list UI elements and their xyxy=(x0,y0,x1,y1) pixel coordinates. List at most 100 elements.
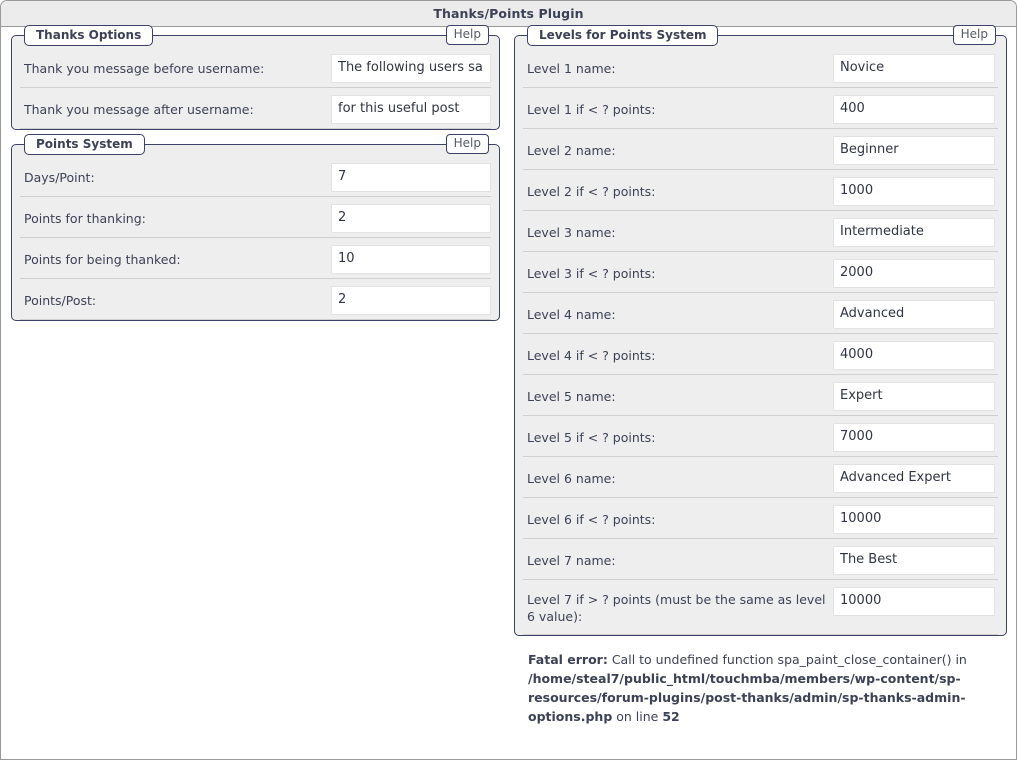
row-level-4-name: Level 4 name: xyxy=(523,293,998,334)
input-level-7-name[interactable] xyxy=(833,546,995,575)
label-thanks-message-before: Thank you message before username: xyxy=(24,61,265,76)
panel-points-system: Points System Help Days/Point: Points fo… xyxy=(11,134,500,321)
fatal-error-path: /home/steal7/public_html/touchmba/member… xyxy=(528,671,966,724)
field-days-per-point xyxy=(331,156,491,192)
field-level-2-name xyxy=(833,129,995,165)
field-level-5-name xyxy=(833,375,995,411)
label-level-5-name: Level 5 name: xyxy=(527,389,616,404)
label-level-4-points: Level 4 if < ? points: xyxy=(527,348,656,363)
label-level-1-name: Level 1 name: xyxy=(527,61,616,76)
columns-container: Thanks Options Help Thank you message be… xyxy=(1,25,1016,726)
panel-levels-for-points-system: Levels for Points System Help Level 1 na… xyxy=(514,25,1007,636)
row-level-1-name: Level 1 name: xyxy=(523,47,998,88)
input-level-3-points[interactable] xyxy=(833,259,995,288)
label-level-4-name: Level 4 name: xyxy=(527,307,616,322)
row-level-7-points: Level 7 if > ? points (must be the same … xyxy=(523,580,998,635)
input-level-3-name[interactable] xyxy=(833,218,995,247)
row-points-for-being-thanked: Points for being thanked: xyxy=(20,238,491,279)
label-level-2-points: Level 2 if < ? points: xyxy=(527,184,656,199)
field-points-per-post xyxy=(331,279,491,315)
plugin-window: Thanks/Points Plugin Thanks Options Help… xyxy=(0,0,1017,760)
input-level-1-points[interactable] xyxy=(833,95,995,124)
label-level-5-points: Level 5 if < ? points: xyxy=(527,430,656,445)
input-level-4-name[interactable] xyxy=(833,300,995,329)
fatal-error-message: Fatal error: Call to undefined function … xyxy=(528,650,993,726)
window-title: Thanks/Points Plugin xyxy=(433,6,584,21)
field-level-1-name xyxy=(833,47,995,83)
field-level-3-name xyxy=(833,211,995,247)
fatal-error-prefix: Fatal error: xyxy=(528,652,608,667)
label-thanks-message-after: Thank you message after username: xyxy=(24,102,254,117)
field-level-6-points xyxy=(833,498,995,534)
left-column: Thanks Options Help Thank you message be… xyxy=(11,25,500,335)
row-level-2-points: Level 2 if < ? points: xyxy=(523,170,998,211)
field-level-7-name xyxy=(833,539,995,575)
row-level-7-name: Level 7 name: xyxy=(523,539,998,580)
input-level-1-name[interactable] xyxy=(833,54,995,83)
input-points-for-thanking[interactable] xyxy=(331,204,491,233)
field-level-4-points xyxy=(833,334,995,370)
row-thanks-message-after: Thank you message after username: xyxy=(20,88,491,129)
input-thanks-message-before[interactable] xyxy=(331,54,491,83)
input-points-for-being-thanked[interactable] xyxy=(331,245,491,274)
field-level-3-points xyxy=(833,252,995,288)
panel-thanks-options: Thanks Options Help Thank you message be… xyxy=(11,25,500,130)
label-level-3-name: Level 3 name: xyxy=(527,225,616,240)
label-level-6-points: Level 6 if < ? points: xyxy=(527,512,656,527)
label-points-for-thanking: Points for thanking: xyxy=(24,211,146,226)
panel-thanks-options-legend: Thanks Options xyxy=(24,25,154,46)
row-level-2-name: Level 2 name: xyxy=(523,129,998,170)
input-level-5-points[interactable] xyxy=(833,423,995,452)
label-points-for-being-thanked: Points for being thanked: xyxy=(24,252,181,267)
label-days-per-point: Days/Point: xyxy=(24,170,95,185)
input-days-per-point[interactable] xyxy=(331,163,491,192)
help-button-points-system[interactable]: Help xyxy=(445,134,489,154)
input-level-4-points[interactable] xyxy=(833,341,995,370)
field-level-1-points xyxy=(833,88,995,124)
field-level-6-name xyxy=(833,457,995,493)
field-level-4-name xyxy=(833,293,995,329)
panel-levels-legend: Levels for Points System xyxy=(527,25,719,46)
panel-points-system-body: Days/Point: Points for thanking: xyxy=(12,156,499,320)
label-level-6-name: Level 6 name: xyxy=(527,471,616,486)
panel-levels-head: Levels for Points System Help xyxy=(515,25,1006,47)
label-level-7-name: Level 7 name: xyxy=(527,553,616,568)
fatal-error-line-number: 52 xyxy=(662,709,680,724)
row-level-1-points: Level 1 if < ? points: xyxy=(523,88,998,129)
field-thanks-message-after xyxy=(331,88,491,124)
right-column: Levels for Points System Help Level 1 na… xyxy=(514,25,1007,726)
row-level-4-points: Level 4 if < ? points: xyxy=(523,334,998,375)
row-level-5-name: Level 5 name: xyxy=(523,375,998,416)
row-level-6-name: Level 6 name: xyxy=(523,457,998,498)
input-level-2-points[interactable] xyxy=(833,177,995,206)
row-points-per-post: Points/Post: xyxy=(20,279,491,320)
row-thanks-message-before: Thank you message before username: xyxy=(20,47,491,88)
input-level-7-points[interactable] xyxy=(833,587,995,616)
input-level-5-name[interactable] xyxy=(833,382,995,411)
input-level-2-name[interactable] xyxy=(833,136,995,165)
row-level-5-points: Level 5 if < ? points: xyxy=(523,416,998,457)
input-level-6-name[interactable] xyxy=(833,464,995,493)
input-points-per-post[interactable] xyxy=(331,286,491,315)
fatal-error-text-2: on line xyxy=(612,709,663,724)
help-button-levels[interactable]: Help xyxy=(952,25,996,45)
row-level-3-name: Level 3 name: xyxy=(523,211,998,252)
page-content: Thanks Options Help Thank you message be… xyxy=(1,25,1016,726)
panel-thanks-options-head: Thanks Options Help xyxy=(12,25,499,47)
label-level-1-points: Level 1 if < ? points: xyxy=(527,102,656,117)
panel-points-system-legend: Points System xyxy=(24,134,145,155)
label-points-per-post: Points/Post: xyxy=(24,293,97,308)
row-level-6-points: Level 6 if < ? points: xyxy=(523,498,998,539)
field-level-7-points xyxy=(833,580,995,616)
row-level-3-points: Level 3 if < ? points: xyxy=(523,252,998,293)
input-level-6-points[interactable] xyxy=(833,505,995,534)
field-level-5-points xyxy=(833,416,995,452)
input-thanks-message-after[interactable] xyxy=(331,95,491,124)
row-days-per-point: Days/Point: xyxy=(20,156,491,197)
label-level-7-points: Level 7 if > ? points (must be the same … xyxy=(527,592,826,624)
help-button-thanks-options[interactable]: Help xyxy=(445,25,489,45)
window-titlebar: Thanks/Points Plugin xyxy=(1,1,1016,27)
field-thanks-message-before xyxy=(331,47,491,83)
panel-levels-body: Level 1 name: Level 1 if < ? points: xyxy=(515,47,1006,635)
row-points-for-thanking: Points for thanking: xyxy=(20,197,491,238)
